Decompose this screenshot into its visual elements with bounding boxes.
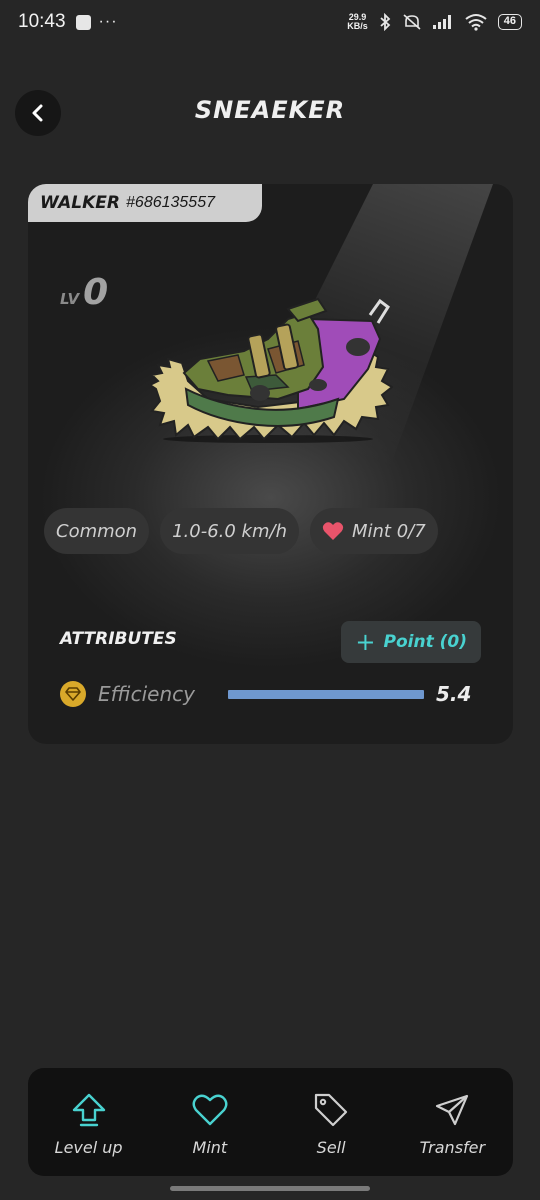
tag-icon <box>315 1093 348 1126</box>
attributes-header: ATTRIBUTES + Point (0) <box>60 621 481 663</box>
plus-icon: + <box>355 628 376 656</box>
mute-icon <box>403 14 421 30</box>
add-point-button[interactable]: + Point (0) <box>341 621 481 663</box>
send-icon <box>436 1094 469 1125</box>
more-notifications-icon: ··· <box>98 13 118 30</box>
transfer-button[interactable]: Transfer <box>397 1088 507 1157</box>
home-indicator[interactable] <box>170 1186 370 1191</box>
speed-range-badge: 1.0-6.0 km/h <box>160 508 299 554</box>
network-speed-unit: KB/s <box>347 21 368 31</box>
mint-count-label: Mint 0/7 <box>351 520 426 542</box>
sell-label: Sell <box>316 1137 346 1157</box>
level-indicator: LV 0 <box>60 272 108 313</box>
efficiency-bar-fill <box>228 689 424 699</box>
header: SNEAEKER <box>0 88 540 136</box>
rarity-badge: Common <box>44 508 150 554</box>
level-value: 0 <box>83 272 109 313</box>
efficiency-icon <box>60 681 86 707</box>
sneaker-id-tag: WALKER #686135557 <box>28 184 262 222</box>
sell-button[interactable]: Sell <box>276 1088 386 1157</box>
sneaker-type: WALKER <box>40 193 121 213</box>
sneaker-stats: Common 1.0-6.0 km/h Mint 0/7 <box>44 508 438 554</box>
level-label: LV <box>60 290 80 308</box>
wifi-icon <box>465 14 487 31</box>
sneaker-image <box>148 297 393 443</box>
status-time: 10:43 <box>18 11 66 32</box>
signal-icon <box>432 15 451 29</box>
efficiency-value: 5.4 <box>436 682 472 706</box>
sneaker-id: #686135557 <box>126 194 215 211</box>
mint-label: Mint <box>192 1137 228 1157</box>
battery-indicator: 46 <box>497 14 522 30</box>
transfer-label: Transfer <box>419 1137 486 1157</box>
speed-range-label: 1.0-6.0 km/h <box>172 520 287 542</box>
efficiency-label: Efficiency <box>98 682 195 706</box>
gem-icon <box>65 687 81 701</box>
network-speed: 29.9 KB/s <box>347 13 368 31</box>
notification-icon <box>75 14 91 30</box>
rarity-label: Common <box>56 520 138 542</box>
level-up-label: Level up <box>54 1137 123 1157</box>
action-bar: Level up Mint Sell Transfer <box>28 1068 513 1176</box>
level-up-button[interactable]: Level up <box>34 1088 144 1157</box>
heart-icon <box>322 522 344 540</box>
heart-icon <box>192 1094 228 1125</box>
attributes-title: ATTRIBUTES <box>60 629 177 649</box>
add-point-label: Point (0) <box>383 632 467 652</box>
status-bar: 10:43 ··· 29.9 KB/s 46 <box>0 0 540 44</box>
mint-count-badge: Mint 0/7 <box>309 508 438 554</box>
status-icons: 29.9 KB/s 46 <box>347 13 522 31</box>
arrow-up-icon <box>72 1093 105 1126</box>
efficiency-attribute: Efficiency 5.4 <box>60 679 481 709</box>
sneaker-card: WALKER #686135557 LV 0 Common 1.0-6.0 km… <box>28 184 513 744</box>
bluetooth-icon <box>380 13 391 31</box>
mint-button[interactable]: Mint <box>155 1088 265 1157</box>
efficiency-bar <box>228 689 424 699</box>
page-title: SNEAEKER <box>194 96 346 124</box>
